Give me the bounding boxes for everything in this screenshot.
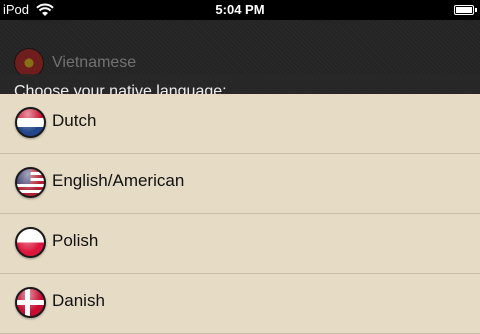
poland-flag-icon (15, 227, 46, 258)
language-row-dutch[interactable]: Dutch (0, 94, 480, 154)
header: Vietnamese Choose your native language: (0, 20, 480, 94)
language-prompt: Choose your native language: (14, 83, 227, 94)
status-bar: iPod 5:04 PM (0, 0, 480, 20)
language-label: Dutch (52, 111, 97, 130)
language-list: Dutch English/American Polish Danish (0, 94, 480, 334)
language-label: English/American (52, 171, 185, 190)
netherlands-flag-icon (15, 107, 46, 138)
prompt-bar: Choose your native language: (0, 74, 480, 94)
language-label: Polish (52, 231, 99, 250)
hidden-language-label: Vietnamese (52, 54, 137, 71)
battery-icon (454, 5, 477, 15)
status-time: 5:04 PM (215, 2, 265, 17)
usa-flag-icon (15, 167, 46, 198)
language-row-danish[interactable]: Danish (0, 274, 480, 334)
language-row-polish[interactable]: Polish (0, 214, 480, 274)
denmark-flag-icon (15, 287, 46, 318)
language-row-english[interactable]: English/American (0, 154, 480, 214)
language-label: Danish (52, 291, 105, 310)
